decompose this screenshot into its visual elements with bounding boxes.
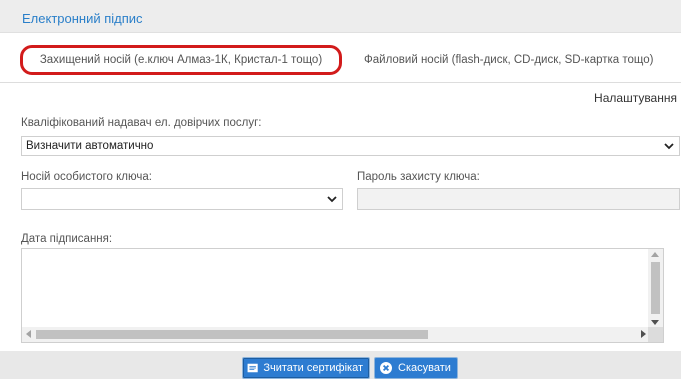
scrollbar-corner [648, 327, 663, 342]
read-certificate-button[interactable]: Зчитати сертифікат [242, 357, 370, 379]
chevron-down-icon [327, 196, 337, 203]
scroll-up-icon[interactable] [651, 252, 659, 257]
provider-select-value: Визначити автоматично [26, 140, 154, 152]
password-input [357, 188, 680, 210]
sign-date-textarea[interactable] [21, 248, 664, 343]
tab-protected-media[interactable]: Захищений носій (е.ключ Алмаз-1К, Криста… [20, 45, 342, 75]
horizontal-scrollbar[interactable] [22, 327, 650, 342]
provider-label: Кваліфікований надавач ел. довірчих посл… [21, 117, 262, 129]
cancel-circle-icon [380, 362, 392, 374]
settings-link[interactable]: Налаштування [594, 91, 677, 105]
cancel-label: Скасувати [398, 362, 451, 374]
horizontal-scroll-thumb[interactable] [36, 330, 428, 339]
dialog-title: Електронний підпис [22, 11, 143, 26]
chevron-down-icon [664, 143, 674, 150]
key-media-label: Носій особистого ключа: [21, 171, 152, 183]
key-media-select[interactable] [21, 188, 343, 210]
dialog-footer: Зчитати сертифікат Скасувати [0, 351, 681, 379]
provider-select[interactable]: Визначити автоматично [21, 136, 680, 156]
dialog-header: Електронний підпис [0, 0, 681, 33]
scroll-right-icon[interactable] [641, 330, 646, 338]
scroll-down-icon[interactable] [651, 320, 659, 325]
vertical-scroll-thumb[interactable] [651, 262, 660, 314]
sign-date-label: Дата підписання: [21, 233, 113, 245]
scroll-left-icon[interactable] [26, 330, 31, 338]
tab-bar: Захищений носій (е.ключ Алмаз-1К, Криста… [0, 33, 681, 83]
cancel-button[interactable]: Скасувати [374, 357, 458, 379]
password-label: Пароль захисту ключа: [357, 171, 480, 183]
read-certificate-label: Зчитати сертифікат [263, 362, 363, 374]
certificate-icon [247, 363, 258, 373]
tab-file-media[interactable]: Файловий носій (flash-диск, CD-диск, SD-… [364, 45, 653, 75]
vertical-scrollbar[interactable] [648, 249, 663, 328]
